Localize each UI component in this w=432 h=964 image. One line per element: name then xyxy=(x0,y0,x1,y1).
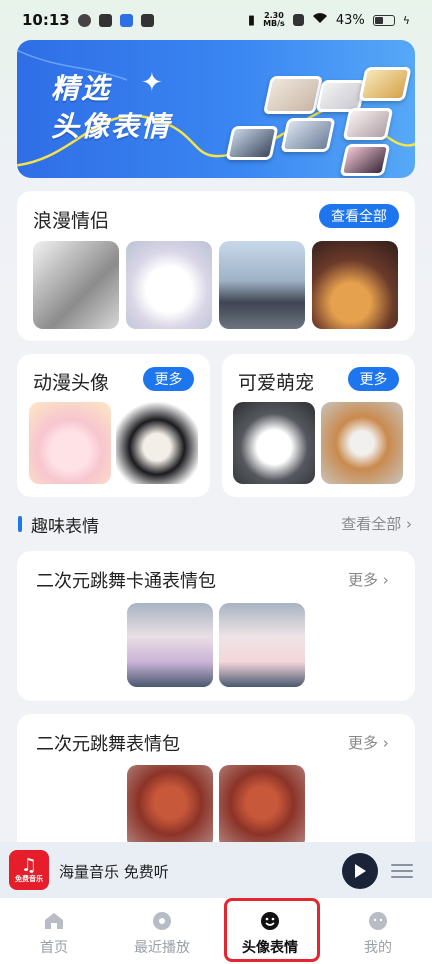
fun-section-title: 趣味表情 xyxy=(31,517,99,537)
pack-sticker-2[interactable] xyxy=(219,603,305,687)
net-speed-unit: MB/s xyxy=(263,19,285,28)
message-app-icon xyxy=(140,13,154,27)
play-icon xyxy=(355,864,366,878)
banner-thumb xyxy=(339,144,391,176)
banner-thumb xyxy=(342,108,394,140)
nav-mine-label: 我的 xyxy=(364,940,392,956)
pets-more-button[interactable]: 更多 xyxy=(348,367,399,391)
pets-photo-2[interactable] xyxy=(321,402,403,484)
music-note-icon: ♫ xyxy=(20,854,38,876)
status-bar: 10:13 ▮ 2.30 MB/s 43% ϟ xyxy=(0,0,432,40)
disc-icon xyxy=(153,912,171,930)
section-accent-bar xyxy=(18,516,22,532)
pack-sticker-1[interactable] xyxy=(127,603,213,687)
leaf-app-icon xyxy=(77,13,91,27)
romance-photo-4[interactable] xyxy=(312,241,398,329)
play-button[interactable] xyxy=(342,853,378,889)
banner-thumb xyxy=(280,118,336,152)
nav-home-label: 首页 xyxy=(40,940,68,956)
nav-mine[interactable]: 我的 xyxy=(324,898,432,964)
pack-sticker-1[interactable] xyxy=(127,765,213,849)
no-sim-icon xyxy=(292,14,304,26)
pack-title: 二次元跳舞表情包 xyxy=(36,734,180,755)
free-music-logo: ♫ 免费音乐 xyxy=(9,850,49,890)
nav-home[interactable]: 首页 xyxy=(0,898,108,964)
status-time: 10:13 xyxy=(22,11,70,29)
anime-photo-2[interactable] xyxy=(116,402,198,484)
home-icon xyxy=(45,913,63,929)
romance-photo-1[interactable] xyxy=(33,241,119,329)
featured-banner[interactable]: 精选 头像表情 ✦ xyxy=(17,40,415,178)
banner-thumb xyxy=(225,126,279,160)
free-music-logo-label: 免费音乐 xyxy=(15,874,43,883)
anime-photo-1[interactable] xyxy=(29,402,111,484)
pack-sticker-2[interactable] xyxy=(219,765,305,849)
romance-photo-3[interactable] xyxy=(219,241,305,329)
romance-title: 浪漫情侣 xyxy=(33,210,110,232)
profile-icon xyxy=(369,912,387,930)
banner-thumb xyxy=(262,76,324,114)
anime-title: 动漫头像 xyxy=(33,372,110,394)
vibrate-icon: ▮ xyxy=(247,12,256,28)
nav-recent-label: 最近播放 xyxy=(134,940,190,956)
bottom-nav: 首页 最近播放 头像表情 我的 xyxy=(0,898,432,964)
fun-view-all-link[interactable]: 查看全部 › xyxy=(341,513,412,534)
active-tab-highlight xyxy=(224,898,320,962)
banner-thumb xyxy=(358,67,412,101)
wifi-icon xyxy=(312,12,328,28)
pack-more-link[interactable]: 更多 › xyxy=(348,732,389,753)
nav-recent[interactable]: 最近播放 xyxy=(108,898,216,964)
sparkle-icon: ✦ xyxy=(141,68,163,98)
player-promo-text: 海量音乐 免费听 xyxy=(59,863,169,881)
romance-photo-2[interactable] xyxy=(126,241,212,329)
pets-photo-1[interactable] xyxy=(233,402,315,484)
anime-card: 动漫头像 更多 xyxy=(17,354,210,497)
pack-title: 二次元跳舞卡通表情包 xyxy=(36,571,216,592)
pets-title: 可爱萌宠 xyxy=(238,372,315,394)
charging-icon: ϟ xyxy=(402,13,410,27)
romance-card: 浪漫情侣 查看全部 xyxy=(17,191,415,341)
romance-view-all-button[interactable]: 查看全部 xyxy=(319,204,399,228)
pets-card: 可爱萌宠 更多 xyxy=(222,354,415,497)
alipay-icon xyxy=(119,13,133,27)
playlist-button[interactable] xyxy=(391,860,415,882)
pack-more-link[interactable]: 更多 › xyxy=(348,569,389,590)
battery-icon xyxy=(372,14,395,26)
network-speed: 2.30 MB/s xyxy=(263,12,285,28)
anime-more-button[interactable]: 更多 xyxy=(143,367,194,391)
storage-app-icon xyxy=(98,13,112,27)
battery-percent: 43% xyxy=(335,12,365,28)
sticker-pack-card[interactable]: 二次元跳舞卡通表情包 更多 › xyxy=(17,551,415,701)
banner-title-line2: 头像表情 xyxy=(51,110,172,143)
